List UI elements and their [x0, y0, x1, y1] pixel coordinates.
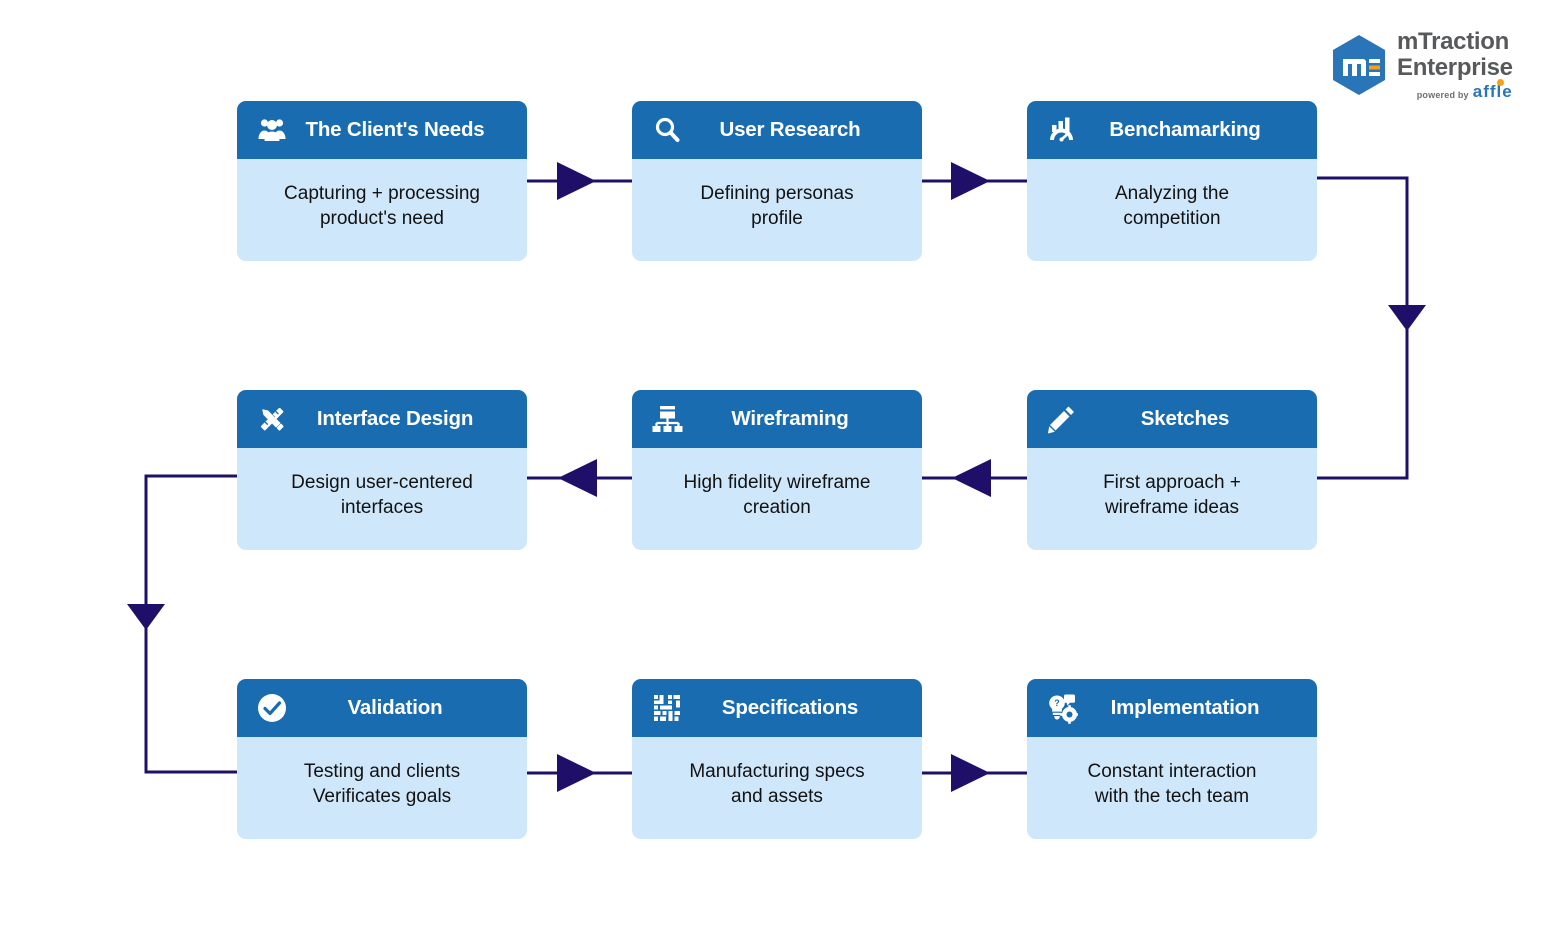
step-card-description: Defining personas profile	[700, 182, 854, 229]
step-card-body: Design user-centered interfaces	[237, 448, 527, 550]
step-card-header: Interface Design	[237, 390, 527, 448]
connector-6-7-path	[144, 474, 237, 774]
affle-wordmark: affle	[1472, 79, 1513, 102]
step-card-body: Analyzing the competition	[1027, 159, 1317, 261]
step-card-sketches[interactable]: Sketches First approach + wireframe idea…	[1027, 390, 1317, 550]
step-card-description: Constant interaction with the tech team	[1087, 760, 1257, 807]
step-card-title: Wireframing	[731, 407, 849, 430]
logo-line-2: Enterprise	[1397, 54, 1513, 82]
step-card-header: Benchamarking	[1027, 101, 1317, 159]
step-card-body: First approach + wireframe ideas	[1027, 448, 1317, 550]
hexagon-logo-mark	[1331, 34, 1387, 96]
step-card-title: Sketches	[1140, 407, 1230, 430]
check-circle-icon	[255, 691, 289, 725]
step-card-wireframing[interactable]: Wireframing High fidelity wireframe crea…	[632, 390, 922, 550]
step-card-header: Sketches	[1027, 390, 1317, 448]
step-card-title: Validation	[347, 696, 443, 719]
step-card-the-clients-needs[interactable]: The Client's Needs Capturing + processin…	[237, 101, 527, 261]
step-card-body: Constant interaction with the tech team	[1027, 737, 1317, 839]
step-card-header: The Client's Needs	[237, 101, 527, 159]
step-card-title: The Client's Needs	[305, 118, 485, 141]
step-card-title: Specifications	[721, 696, 859, 719]
step-card-validation[interactable]: Validation Testing and clients Verificat…	[237, 679, 527, 839]
magnifier-search-icon	[650, 113, 684, 147]
step-card-header: User Research	[632, 101, 922, 159]
step-card-title: Benchamarking	[1109, 118, 1261, 141]
step-card-description: Analyzing the competition	[1114, 182, 1230, 229]
step-card-title: User Research	[719, 118, 861, 141]
bar-chart-gauge-icon	[1045, 113, 1079, 147]
step-card-interface-design[interactable]: Interface Design Design user-centered in…	[237, 390, 527, 550]
svg-text:?: ?	[1054, 698, 1060, 708]
ruler-pencil-icon	[255, 402, 289, 436]
step-card-implementation[interactable]: ? Implementation Constant interaction wi…	[1027, 679, 1317, 839]
step-card-description: Testing and clients Verificates goals	[303, 760, 461, 807]
connector-8-9-arrowhead	[951, 754, 990, 792]
step-card-body: High fidelity wireframe creation	[632, 448, 922, 550]
affle-text: affle	[1472, 82, 1513, 102]
step-card-description: High fidelity wireframe creation	[683, 471, 871, 518]
step-card-user-research[interactable]: User Research Defining personas profile	[632, 101, 922, 261]
connector-3-4-path	[1317, 176, 1409, 480]
step-card-title: Interface Design	[316, 407, 474, 430]
step-card-body: Defining personas profile	[632, 159, 922, 261]
step-card-description: First approach + wireframe ideas	[1103, 471, 1241, 518]
connector-3-4-arrowhead	[1388, 305, 1426, 331]
connector-5-6-arrowhead	[558, 459, 597, 497]
step-card-title: Implementation	[1110, 696, 1260, 719]
step-card-body: Capturing + processing product's need	[237, 159, 527, 261]
logo-wordmark: mTraction Enterprise powered by affle	[1397, 28, 1513, 102]
step-card-header: Wireframing	[632, 390, 922, 448]
step-card-body: Testing and clients Verificates goals	[237, 737, 527, 839]
connector-6-7-arrowhead	[127, 604, 165, 630]
logo-line-1: mTraction	[1397, 28, 1509, 56]
lightbulb-gear-icon: ?	[1045, 691, 1079, 725]
users-group-icon	[255, 113, 289, 147]
step-card-specifications[interactable]: Specifications Manufacturing specs and a…	[632, 679, 922, 839]
step-card-body: Manufacturing specs and assets	[632, 737, 922, 839]
step-card-header: Specifications	[632, 679, 922, 737]
step-card-benchamarking[interactable]: Benchamarking Analyzing the competition	[1027, 101, 1317, 261]
mtraction-enterprise-logo: mTraction Enterprise powered by affle	[1331, 28, 1523, 102]
step-card-description: Design user-centered interfaces	[291, 471, 473, 518]
pencil-icon	[1045, 402, 1079, 436]
connector-4-5-arrowhead	[952, 459, 991, 497]
powered-by-label: powered by	[1416, 89, 1469, 100]
step-card-description: Capturing + processing product's need	[284, 182, 480, 229]
logo-tagline: powered by affle	[1397, 79, 1513, 102]
sitemap-hierarchy-icon	[650, 402, 684, 436]
connector-7-8-arrowhead	[557, 754, 596, 792]
connector-2-3-arrowhead	[951, 162, 990, 200]
connector-1-2-arrowhead	[557, 162, 596, 200]
step-card-header: Validation	[237, 679, 527, 737]
qr-blocks-icon	[650, 691, 684, 725]
step-card-header: ? Implementation	[1027, 679, 1317, 737]
step-card-description: Manufacturing specs and assets	[689, 760, 865, 807]
